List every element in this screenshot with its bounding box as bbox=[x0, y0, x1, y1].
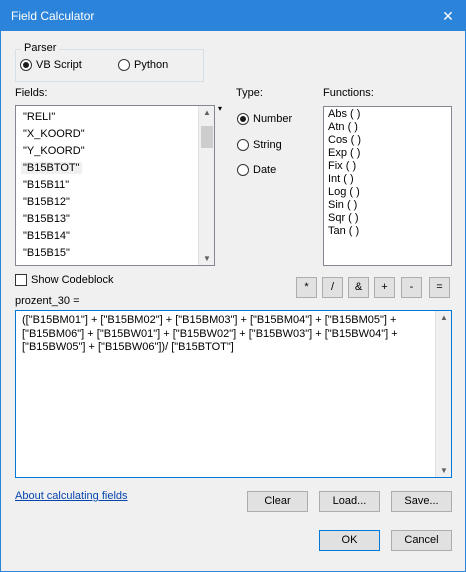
scroll-down-icon[interactable]: ▼ bbox=[436, 466, 452, 475]
radio-checked-icon bbox=[20, 59, 32, 71]
radio-unchecked-icon bbox=[118, 59, 130, 71]
field-item-selected[interactable]: "B15BTOT" bbox=[21, 162, 82, 174]
about-calculating-fields-link[interactable]: About calculating fields bbox=[15, 490, 128, 502]
checkbox-unchecked-icon bbox=[15, 274, 27, 286]
function-item[interactable]: Cos ( ) bbox=[328, 134, 361, 146]
function-item[interactable]: Sin ( ) bbox=[328, 199, 357, 211]
target-field-label: prozent_30 = bbox=[15, 295, 80, 307]
fields-scrollbar[interactable]: ▲ ▼ bbox=[198, 106, 214, 265]
parser-option-label: VB Script bbox=[36, 59, 82, 71]
parser-option-python[interactable]: Python bbox=[118, 59, 168, 71]
expression-scrollbar[interactable]: ▲ ▼ bbox=[435, 311, 451, 477]
function-item[interactable]: Atn ( ) bbox=[328, 121, 358, 133]
show-codeblock-label: Show Codeblock bbox=[31, 274, 114, 286]
type-option-string[interactable]: String bbox=[237, 139, 282, 151]
fields-sort-arrow-icon[interactable]: ▾ bbox=[218, 104, 222, 113]
field-item[interactable]: "X_KOORD" bbox=[23, 128, 85, 140]
clear-button[interactable]: Clear bbox=[247, 491, 308, 512]
field-item[interactable]: "B15B11" bbox=[23, 179, 69, 191]
operator-concat-button[interactable]: & bbox=[348, 277, 369, 298]
field-item[interactable]: "Y_KOORD" bbox=[23, 145, 85, 157]
operator-equals-button[interactable]: = bbox=[429, 277, 450, 298]
show-codeblock-checkbox[interactable]: Show Codeblock bbox=[15, 274, 114, 286]
function-item[interactable]: Log ( ) bbox=[328, 186, 360, 198]
type-option-label: Date bbox=[253, 164, 277, 176]
function-item[interactable]: Fix ( ) bbox=[328, 160, 356, 172]
scroll-up-icon[interactable]: ▲ bbox=[199, 108, 215, 117]
scroll-up-icon[interactable]: ▲ bbox=[436, 313, 452, 322]
type-option-number[interactable]: Number bbox=[237, 113, 292, 125]
scrollbar-thumb[interactable] bbox=[201, 126, 213, 148]
radio-checked-icon bbox=[237, 113, 249, 125]
field-item[interactable]: "B15B14" bbox=[23, 230, 70, 242]
cancel-button[interactable]: Cancel bbox=[391, 530, 452, 551]
field-calculator-dialog: Field Calculator ✕ Parser VB Script Pyth… bbox=[0, 0, 466, 572]
field-item[interactable]: "RELI" bbox=[23, 111, 55, 123]
function-item[interactable]: Tan ( ) bbox=[328, 225, 359, 237]
expression-text[interactable]: (["B15BM01"] + ["B15BM02"] + ["B15BM03"]… bbox=[22, 314, 427, 355]
fields-list[interactable]: "RELI" "X_KOORD" "Y_KOORD" "B15BTOT" "B1… bbox=[15, 105, 215, 266]
parser-option-vbscript[interactable]: VB Script bbox=[20, 59, 82, 71]
function-item[interactable]: Exp ( ) bbox=[328, 147, 360, 159]
functions-list[interactable]: Abs ( ) Atn ( ) Cos ( ) Exp ( ) Fix ( ) … bbox=[323, 106, 452, 266]
operator-multiply-button[interactable]: * bbox=[296, 277, 317, 298]
window-title: Field Calculator bbox=[11, 9, 95, 23]
parser-label: Parser bbox=[21, 42, 60, 54]
title-bar: Field Calculator ✕ bbox=[1, 1, 465, 31]
operator-divide-button[interactable]: / bbox=[322, 277, 343, 298]
ok-button[interactable]: OK bbox=[319, 530, 380, 551]
functions-label: Functions: bbox=[323, 87, 374, 99]
fields-label: Fields: bbox=[15, 87, 48, 99]
radio-unchecked-icon bbox=[237, 139, 249, 151]
field-item[interactable]: "B15B13" bbox=[23, 213, 70, 225]
type-option-label: String bbox=[253, 139, 282, 151]
type-option-label: Number bbox=[253, 113, 293, 125]
operator-minus-button[interactable]: - bbox=[401, 277, 422, 298]
function-item[interactable]: Sqr ( ) bbox=[328, 212, 359, 224]
type-label: Type: bbox=[236, 87, 263, 99]
scroll-down-icon[interactable]: ▼ bbox=[199, 254, 215, 263]
parser-option-label: Python bbox=[134, 59, 169, 71]
close-icon[interactable]: ✕ bbox=[431, 1, 465, 31]
expression-editor[interactable]: (["B15BM01"] + ["B15BM02"] + ["B15BM03"]… bbox=[15, 310, 452, 478]
function-item[interactable]: Abs ( ) bbox=[328, 108, 360, 120]
type-option-date[interactable]: Date bbox=[237, 164, 276, 176]
save-button[interactable]: Save... bbox=[391, 491, 452, 512]
field-item[interactable]: "B15B15" bbox=[23, 247, 70, 259]
radio-unchecked-icon bbox=[237, 164, 249, 176]
function-item[interactable]: Int ( ) bbox=[328, 173, 354, 185]
operator-plus-button[interactable]: + bbox=[374, 277, 395, 298]
load-button[interactable]: Load... bbox=[319, 491, 380, 512]
field-item[interactable]: "B15B12" bbox=[23, 196, 70, 208]
